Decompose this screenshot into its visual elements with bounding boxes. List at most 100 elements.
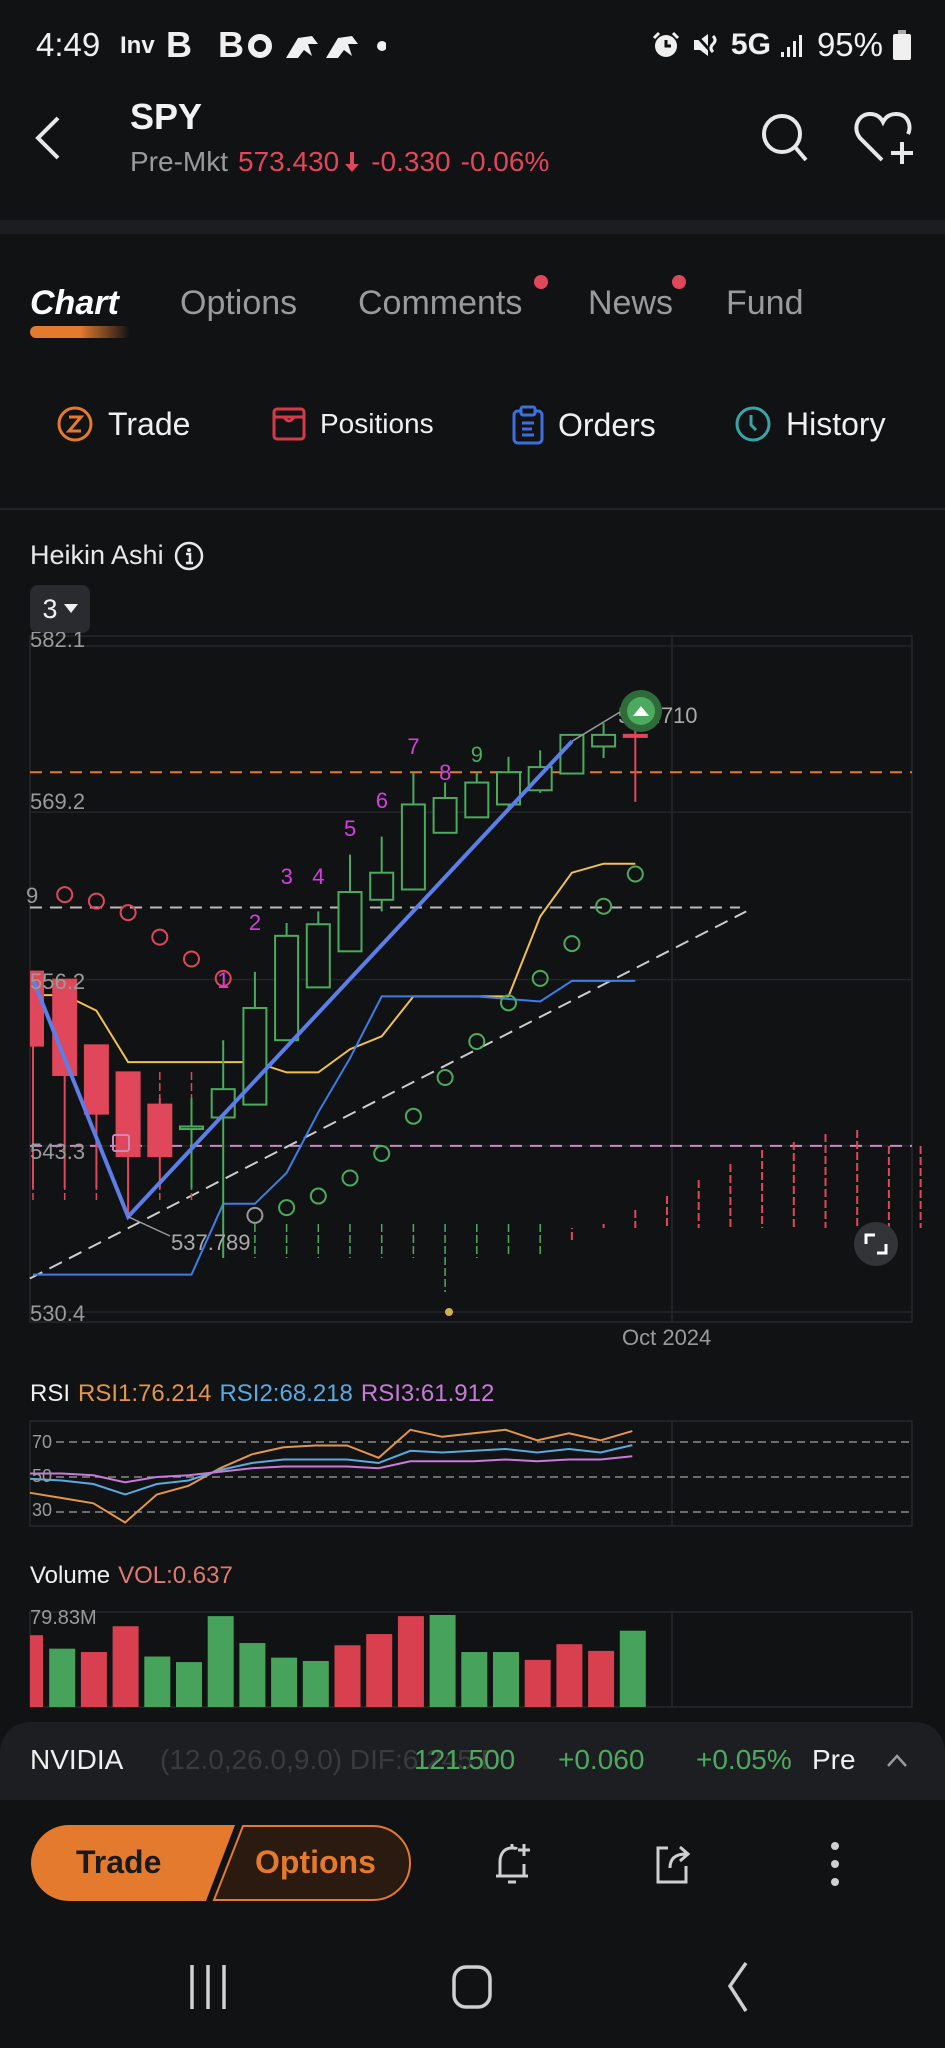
mini-quote-bar[interactable]: (12.0,26.0,9.0) DIF:6.245 D NVIDIA 121.5… — [0, 1722, 945, 1800]
tab-options[interactable]: Options — [180, 284, 297, 323]
sar-dot — [404, 1107, 422, 1125]
orders-action-label: Orders — [558, 406, 656, 443]
positions-action[interactable]: Positions — [272, 405, 434, 443]
y-tick-label: 556.2 — [30, 969, 85, 994]
network-type: 5G — [730, 28, 771, 61]
volume-bar — [239, 1643, 266, 1707]
session-label: Pre-Mkt — [130, 146, 228, 177]
more-options-icon[interactable] — [808, 1836, 864, 1892]
chart-type-title[interactable]: Heikin Ashi — [30, 540, 204, 571]
td-count-label: 7 — [407, 734, 419, 759]
y-tick-label: 543.3 — [30, 1139, 85, 1164]
volume-bar — [334, 1645, 361, 1707]
candle-body — [622, 733, 648, 738]
candle-body — [464, 781, 490, 819]
quote-change-pct: -0.06% — [460, 146, 550, 177]
x-tick-label: Oct 2024 — [622, 1325, 711, 1350]
mini-quote-session: Pre — [812, 1744, 856, 1775]
tab-chart[interactable]: Chart — [30, 284, 119, 323]
ticker-symbol: SPY — [130, 96, 203, 137]
battery-icon — [893, 30, 911, 60]
add-watchlist-icon[interactable] — [852, 108, 918, 168]
candle-body — [337, 891, 363, 953]
history-action[interactable]: History — [734, 405, 886, 443]
sar-dot — [468, 1032, 486, 1050]
rsi-line-rsi1 — [29, 1428, 633, 1524]
volume-chart[interactable]: 79.83M — [0, 1600, 945, 1712]
rsi2-value: RSI2:68.218 — [219, 1380, 353, 1407]
trade-button[interactable]: Trade — [76, 1844, 161, 1881]
tab-news[interactable]: News — [588, 284, 673, 323]
share-icon[interactable] — [646, 1836, 702, 1892]
search-icon[interactable] — [756, 108, 816, 168]
sar-dot — [246, 1206, 264, 1224]
info-icon[interactable] — [174, 541, 204, 571]
action-row: Trade Positions Orders History — [0, 395, 945, 465]
candle-body — [591, 733, 617, 748]
sar-dot — [436, 1069, 454, 1087]
sar-dot — [151, 928, 169, 946]
stock-header: SPY Pre-Mkt 573.430 -0.330 -0.06% — [0, 90, 945, 220]
caret-down-icon — [63, 604, 78, 613]
status-right: 5G 95% — [651, 26, 911, 64]
sar-dot — [626, 865, 644, 883]
trade-action[interactable]: Trade — [56, 405, 190, 443]
chart-type-label: Heikin Ashi — [30, 540, 164, 570]
status-time: 4:49 — [36, 26, 101, 63]
sar-dot — [183, 950, 200, 968]
volume-bar — [144, 1656, 171, 1707]
tab-comments[interactable]: Comments — [358, 284, 522, 323]
news-badge — [672, 275, 686, 289]
td-count-label: 3 — [281, 864, 293, 889]
volume-bar — [588, 1650, 615, 1707]
candle-body — [369, 871, 395, 901]
td-count-label: 5 — [344, 816, 356, 841]
bottom-action-bar: Trade Options — [0, 1800, 945, 1925]
back-nav-button[interactable] — [727, 1962, 748, 2012]
bird-icon — [326, 36, 358, 58]
b-icon: B B — [166, 24, 252, 65]
options-button[interactable]: Options — [255, 1844, 376, 1881]
sar-dot — [56, 886, 74, 904]
mini-quote-change: +0.060 — [558, 1744, 645, 1775]
rsi-label: RSI — [30, 1380, 71, 1407]
home-button[interactable] — [452, 1965, 492, 2009]
section-separator — [0, 220, 945, 234]
divider — [0, 508, 945, 510]
rsi-frame — [29, 1420, 913, 1527]
volume-bar — [429, 1615, 456, 1707]
add-alert-icon[interactable] — [484, 1836, 540, 1892]
chevron-up-icon[interactable] — [886, 1752, 908, 1768]
period-selector[interactable]: 3 — [30, 585, 90, 633]
volume-bar — [524, 1659, 551, 1707]
candle — [337, 854, 363, 953]
volume-bar — [619, 1630, 646, 1707]
signal-icon — [780, 35, 802, 57]
positions-action-label: Positions — [320, 408, 434, 439]
volume-bar — [80, 1652, 107, 1707]
dot-icon — [377, 41, 386, 51]
trade-action-label: Trade — [108, 405, 191, 442]
back-button[interactable] — [28, 108, 68, 168]
candle — [210, 1040, 236, 1258]
sar-dot — [309, 1187, 327, 1205]
orders-action[interactable]: Orders — [512, 405, 656, 445]
orders-icon — [512, 405, 544, 445]
candle — [274, 922, 300, 1042]
price-chart[interactable]: 123 456789 582.1 569.2 556.2 543.3 530.4 … — [0, 632, 945, 1352]
candle-body — [274, 934, 300, 1042]
bird-icon — [286, 36, 318, 58]
mini-quote-name: NVIDIA — [30, 1744, 124, 1775]
candle — [369, 836, 395, 912]
period-value: 3 — [42, 593, 58, 624]
baseline-line — [33, 862, 636, 1074]
recent-apps-button[interactable] — [190, 1965, 226, 2009]
tab-fund[interactable]: Fund — [726, 284, 804, 323]
rsi-chart[interactable]: 70 50 30 — [0, 1420, 945, 1530]
pre-market-quote: Pre-Mkt 573.430 -0.330 -0.06% — [130, 146, 549, 178]
volume-bar — [397, 1616, 424, 1707]
fullscreen-button[interactable] — [854, 1222, 898, 1266]
history-action-label: History — [786, 405, 886, 442]
pivot-dot — [445, 1308, 453, 1316]
candle-body — [179, 1125, 204, 1131]
